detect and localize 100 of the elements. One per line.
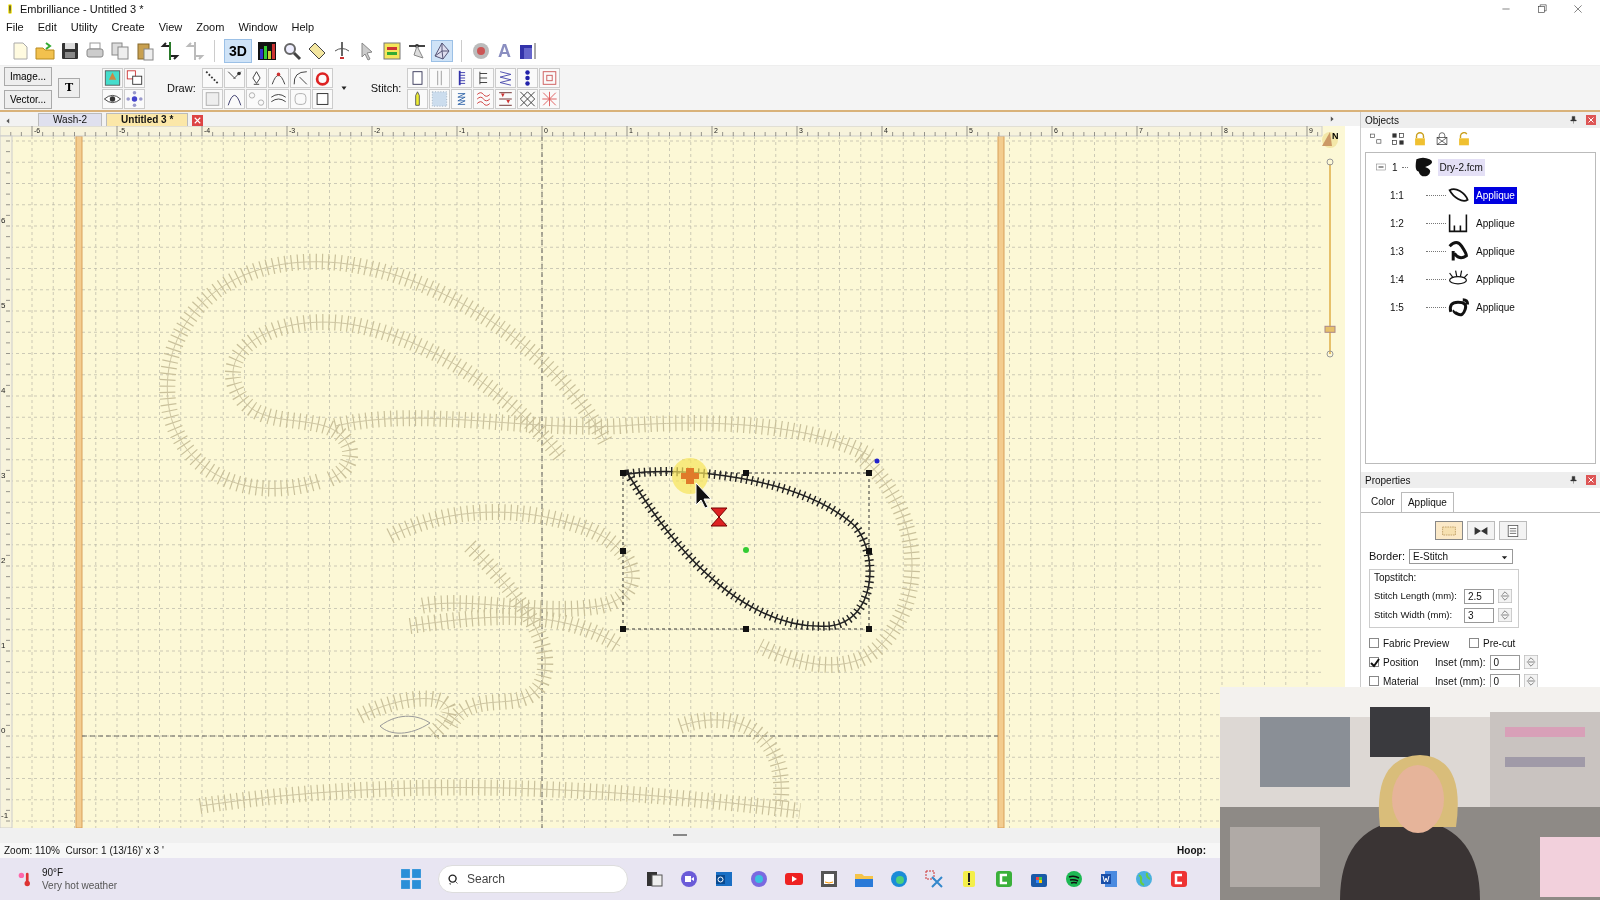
number-field[interactable]: 2.5 xyxy=(1464,588,1494,604)
pen-nib-icon[interactable] xyxy=(245,67,267,88)
selection-handle[interactable] xyxy=(866,626,872,632)
pin-icon[interactable] xyxy=(1569,475,1578,485)
menu-item[interactable]: Help xyxy=(291,18,315,36)
selection-handle[interactable] xyxy=(743,470,749,476)
checkbox[interactable] xyxy=(1369,638,1379,649)
document-app-icon[interactable] xyxy=(1099,869,1119,889)
curve-tool-icon[interactable] xyxy=(289,67,311,88)
lock-icon[interactable] xyxy=(1413,132,1427,146)
pencil-icon[interactable] xyxy=(407,88,429,109)
checkbox[interactable] xyxy=(1469,638,1479,649)
panel-icon[interactable] xyxy=(381,40,402,61)
spin-button[interactable] xyxy=(1498,608,1512,623)
triangles-icon[interactable] xyxy=(495,88,517,109)
tree-item[interactable]: Applique xyxy=(1474,186,1517,204)
flip-icon[interactable] xyxy=(160,40,180,61)
bezier-icon[interactable] xyxy=(223,88,245,109)
properties-tab[interactable]: Color xyxy=(1365,492,1401,512)
arc-icon[interactable] xyxy=(267,67,289,88)
vector-button[interactable]: Vector... xyxy=(4,90,52,109)
checkbox[interactable] xyxy=(1369,676,1379,687)
border-select[interactable]: E-Stitch xyxy=(1409,548,1514,564)
close-icon[interactable] xyxy=(192,115,204,126)
rotation-handle[interactable] xyxy=(874,458,880,464)
rectangle-icon[interactable] xyxy=(407,67,429,88)
close-icon[interactable] xyxy=(1586,475,1596,485)
double-arc-icon[interactable] xyxy=(267,88,289,109)
document-tab[interactable]: Untitled 3 * xyxy=(106,113,189,126)
image-button[interactable]: Image... xyxy=(4,67,52,86)
zoom-slider[interactable] xyxy=(1324,158,1336,358)
search-field[interactable]: Search xyxy=(438,865,628,893)
folder-icon[interactable] xyxy=(35,40,55,61)
menu-item[interactable]: View xyxy=(158,18,183,36)
tree-item[interactable]: Applique xyxy=(1474,270,1517,288)
spin-button[interactable] xyxy=(1498,589,1512,604)
print-icon[interactable] xyxy=(85,40,105,61)
color-chart-icon[interactable] xyxy=(256,40,277,61)
close-icon[interactable] xyxy=(1572,3,1584,15)
tree-item[interactable]: Applique xyxy=(1474,298,1517,316)
save-icon[interactable] xyxy=(60,40,80,61)
move-icon[interactable] xyxy=(124,88,145,109)
satin-icon[interactable] xyxy=(451,67,473,88)
picture-icon[interactable] xyxy=(102,67,123,88)
restore-icon[interactable] xyxy=(1536,3,1548,15)
group-icon[interactable] xyxy=(1391,132,1405,146)
mode-button[interactable] xyxy=(1466,521,1495,541)
selection-handle[interactable] xyxy=(620,626,626,632)
tree-item[interactable]: Applique xyxy=(1474,242,1517,260)
mesh-icon[interactable] xyxy=(431,40,452,61)
expand-all-icon[interactable] xyxy=(1369,132,1383,146)
unlock-icon[interactable] xyxy=(1457,132,1471,146)
menu-item[interactable]: Create xyxy=(111,18,145,36)
number-field[interactable]: 3 xyxy=(1464,607,1494,623)
copy-icon[interactable] xyxy=(110,40,130,61)
collapse-icon[interactable] xyxy=(1374,162,1388,172)
square-icon[interactable] xyxy=(311,88,333,109)
selection-handle[interactable] xyxy=(866,548,872,554)
properties-tab[interactable]: Applique xyxy=(1400,492,1454,512)
selection-handle[interactable] xyxy=(620,470,626,476)
bracket-app-icon[interactable] xyxy=(994,869,1014,889)
menu-item[interactable]: Utility xyxy=(70,18,98,36)
pen-icon[interactable] xyxy=(223,67,245,88)
selection-handle[interactable] xyxy=(743,626,749,632)
menu-item[interactable]: Window xyxy=(238,18,278,36)
pin-icon[interactable] xyxy=(1569,115,1578,125)
e-stitch-icon[interactable] xyxy=(473,67,495,88)
spin-button[interactable] xyxy=(1523,655,1538,670)
zigzag-icon[interactable] xyxy=(495,67,517,88)
3d-view-button[interactable]: 3D xyxy=(224,38,252,63)
node-icon[interactable] xyxy=(245,88,267,109)
start-icon[interactable] xyxy=(400,868,422,890)
scroll-left-icon[interactable] xyxy=(4,116,12,126)
locked-box-icon[interactable] xyxy=(1435,132,1449,146)
wave-icon[interactable] xyxy=(473,88,495,109)
menu-item[interactable]: Zoom xyxy=(196,18,225,36)
selection-handle[interactable] xyxy=(866,470,872,476)
dots-icon[interactable] xyxy=(517,67,539,88)
overlap-squares-icon[interactable] xyxy=(124,67,145,88)
menu-item[interactable]: Edit xyxy=(37,18,57,36)
slider-thumb[interactable] xyxy=(1324,325,1336,333)
task-view-icon[interactable] xyxy=(644,869,664,889)
spin-button[interactable] xyxy=(1523,674,1538,689)
paste-icon[interactable] xyxy=(135,40,155,61)
checkbox[interactable] xyxy=(1369,657,1379,668)
music-app-icon[interactable] xyxy=(1064,869,1084,889)
document-tab[interactable]: Wash-2 xyxy=(38,113,103,126)
search-icon[interactable] xyxy=(281,40,302,61)
number-field[interactable]: 0 xyxy=(1489,654,1520,670)
selection-handle[interactable] xyxy=(620,548,626,554)
text-button[interactable]: T xyxy=(58,78,80,98)
eye-icon[interactable] xyxy=(102,88,123,109)
tree-item[interactable]: Dry-2.fcm xyxy=(1437,158,1485,176)
video-call-icon[interactable] xyxy=(679,869,699,889)
close-icon[interactable] xyxy=(1586,115,1596,125)
ruler-icon[interactable] xyxy=(306,40,327,61)
tree-item[interactable]: Applique xyxy=(1474,214,1517,232)
bracket-app-icon[interactable] xyxy=(1169,869,1189,889)
menu-item[interactable]: File xyxy=(6,18,24,36)
crosshatch-icon[interactable] xyxy=(517,88,539,109)
